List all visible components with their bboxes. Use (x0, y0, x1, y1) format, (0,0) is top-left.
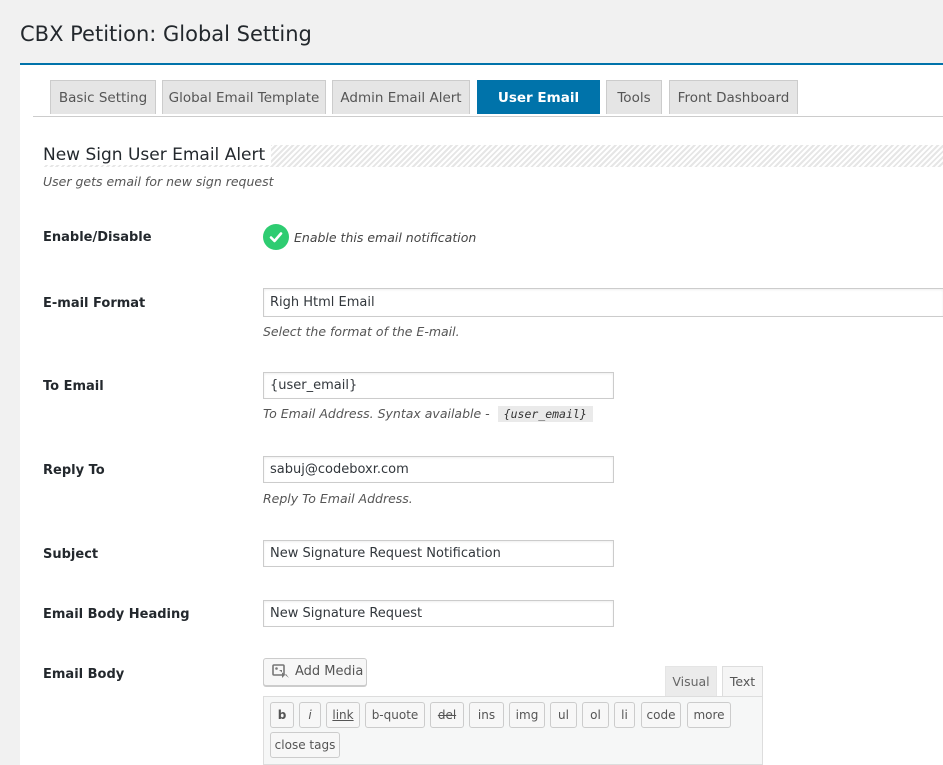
email-format-label: E-mail Format (43, 296, 146, 311)
tab-basic-setting[interactable]: Basic Setting (50, 80, 156, 114)
reply-to-label: Reply To (43, 463, 105, 478)
quicktag-i[interactable]: i (299, 702, 321, 728)
quicktag-del[interactable]: del (430, 702, 464, 728)
section-title-text: New Sign User Email Alert (43, 145, 272, 165)
tab-admin-email-alert[interactable]: Admin Email Alert (332, 80, 470, 114)
tab-user-email-alert[interactable]: User Email Alert (477, 80, 600, 140)
to-email-syntax-code: {user_email} (497, 406, 593, 422)
quicktag-b-quote[interactable]: b-quote (365, 702, 425, 728)
editor-tab-visual[interactable]: Visual (665, 666, 717, 698)
quicktags-toolbar: b i link b-quote del ins img ul ol li co… (263, 696, 763, 765)
quicktag-close-tags[interactable]: close tags (270, 732, 340, 758)
quicktag-ins[interactable]: ins (469, 702, 504, 728)
media-icon (272, 664, 289, 678)
quicktag-ol[interactable]: ol (582, 702, 609, 728)
tab-tools[interactable]: Tools (606, 80, 662, 114)
quicktag-link[interactable]: link (326, 702, 360, 728)
reply-to-input[interactable]: sabuj@codeboxr.com (263, 456, 614, 483)
quicktag-code[interactable]: code (641, 702, 681, 728)
email-body-heading-input[interactable]: New Signature Request (263, 600, 614, 627)
email-format-select[interactable]: Righ Html Email (263, 288, 943, 317)
email-body-label: Email Body (43, 667, 125, 682)
to-email-input[interactable]: {user_email} (263, 372, 614, 399)
quicktag-img[interactable]: img (509, 702, 545, 728)
settings-panel: Basic Setting Global Email Template Admi… (20, 63, 943, 765)
enable-label: Enable/Disable (43, 230, 152, 245)
editor-tab-text[interactable]: Text (722, 666, 763, 698)
tab-global-email-template[interactable]: Global Email Template (162, 80, 326, 114)
section-description: User gets email for new sign request (43, 174, 274, 189)
to-email-label: To Email (43, 379, 104, 394)
tab-front-dashboard[interactable]: Front Dashboard (669, 80, 798, 114)
quicktag-li[interactable]: li (614, 702, 635, 728)
quicktag-b[interactable]: b (270, 702, 294, 728)
to-email-hint-text: To Email Address. Syntax available - (263, 406, 490, 421)
enable-checkbox-label[interactable]: Enable this email notification (294, 230, 476, 245)
enable-checkbox[interactable] (263, 224, 289, 250)
to-email-hint: To Email Address. Syntax available - {us… (263, 406, 593, 422)
reply-to-hint: Reply To Email Address. (263, 491, 413, 506)
quicktag-more[interactable]: more (687, 702, 731, 728)
add-media-button[interactable]: Add Media (263, 658, 367, 686)
add-media-label: Add Media (295, 664, 364, 679)
subject-label: Subject (43, 547, 99, 562)
quicktag-ul[interactable]: ul (550, 702, 577, 728)
section-title: New Sign User Email Alert (43, 145, 943, 167)
tabs-divider (33, 116, 943, 117)
email-body-heading-label: Email Body Heading (43, 607, 190, 622)
page-title: CBX Petition: Global Setting (20, 22, 312, 46)
email-format-hint: Select the format of the E-mail. (263, 324, 460, 339)
subject-input[interactable]: New Signature Request Notification (263, 540, 614, 567)
checkmark-icon (269, 232, 283, 243)
